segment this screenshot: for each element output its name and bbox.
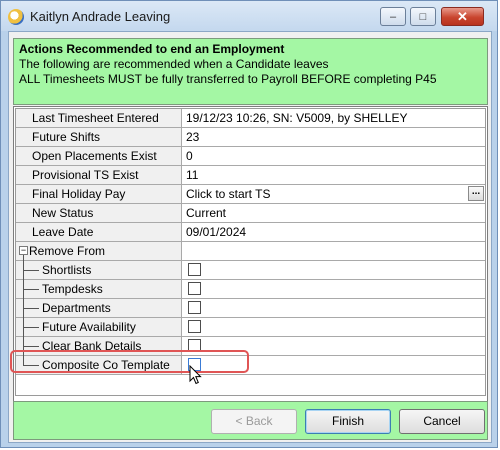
grid-label: Tempdesks: [16, 280, 182, 299]
title-bar[interactable]: Kaitlyn Andrade Leaving ‒ □ ✕: [1, 1, 497, 31]
instructions-line-1: The following are recommended when a Can…: [19, 57, 329, 71]
grid-value: 23: [186, 130, 200, 144]
tree-branch: [23, 327, 39, 328]
grid-value[interactable]: Current: [183, 204, 485, 222]
tempdesks-checkbox[interactable]: [188, 282, 201, 295]
grid-row-final-holiday-pay[interactable]: Final Holiday Pay Click to start TS ...: [16, 185, 485, 204]
grid-label: Provisional TS Exist: [16, 166, 182, 184]
grid-value: 19/12/23 10:26, SN: V5009, by SHELLEY: [186, 111, 408, 125]
annotation-highlight-box: [10, 350, 249, 373]
minimize-button[interactable]: ‒: [380, 7, 406, 26]
minimize-icon: ‒: [389, 10, 397, 23]
child-label: Departments: [42, 301, 111, 315]
grid-value[interactable]: 09/01/2024: [183, 223, 485, 241]
remove-from-label: Remove From: [29, 244, 106, 258]
ellipsis-button[interactable]: ...: [468, 186, 484, 201]
grid-row-future-shifts[interactable]: Future Shifts 23: [16, 128, 485, 147]
grid-label: Leave Date: [16, 223, 182, 241]
child-label: Tempdesks: [42, 282, 103, 296]
grid-value: [183, 242, 485, 260]
child-label: Future Availability: [42, 320, 136, 334]
future-availability-checkbox[interactable]: [188, 320, 201, 333]
grid-row-tempdesks[interactable]: Tempdesks: [16, 280, 485, 299]
grid-label: Open Placements Exist: [16, 147, 182, 165]
grid-label: − Remove From: [16, 242, 182, 261]
grid-label: Future Shifts: [16, 128, 182, 146]
departments-checkbox[interactable]: [188, 301, 201, 314]
maximize-button[interactable]: □: [410, 7, 436, 26]
shortlists-checkbox[interactable]: [188, 263, 201, 276]
grid-value: [183, 280, 485, 298]
grid-value: [183, 261, 485, 279]
grid-row-new-status[interactable]: New Status Current: [16, 204, 485, 223]
grid-value: [183, 299, 485, 317]
back-button[interactable]: < Back: [211, 409, 297, 434]
button-panel: < Back Finish Cancel: [13, 401, 488, 440]
dialog-window: Kaitlyn Andrade Leaving ‒ □ ✕ Actions Re…: [0, 0, 498, 448]
collapse-icon[interactable]: −: [19, 246, 28, 255]
grid-label: New Status: [16, 204, 182, 222]
dialog-client-area: Actions Recommended to end an Employment…: [8, 31, 492, 443]
grid-row-shortlists[interactable]: Shortlists: [16, 261, 485, 280]
grid-value: 11: [186, 168, 199, 182]
grid-label: Future Availability: [16, 318, 182, 337]
child-label: Shortlists: [42, 263, 92, 277]
grid-label: Shortlists: [16, 261, 182, 280]
mouse-pointer-icon: [189, 365, 202, 385]
grid-label: Final Holiday Pay: [16, 185, 182, 203]
instructions-line-2: ALL Timesheets MUST be fully transferred…: [19, 72, 437, 86]
maximize-icon: □: [419, 10, 427, 23]
grid-row-future-availability[interactable]: Future Availability: [16, 318, 485, 337]
grid-row-provisional-ts[interactable]: Provisional TS Exist 11: [16, 166, 485, 185]
grid-row-departments[interactable]: Departments: [16, 299, 485, 318]
finish-button[interactable]: Finish: [305, 409, 391, 434]
grid-label: Last Timesheet Entered: [16, 109, 182, 127]
tree-branch: [23, 308, 39, 309]
grid-row-remove-from[interactable]: − Remove From: [16, 242, 485, 261]
grid-row-leave-date[interactable]: Leave Date 09/01/2024: [16, 223, 485, 242]
property-grid: Last Timesheet Entered 19/12/23 10:26, S…: [13, 106, 488, 430]
grid-row-last-timesheet[interactable]: Last Timesheet Entered 19/12/23 10:26, S…: [16, 109, 485, 128]
app-logo-icon: [8, 9, 24, 25]
grid-value: 0: [186, 149, 193, 163]
instructions-panel: Actions Recommended to end an Employment…: [13, 38, 488, 105]
grid-label: Departments: [16, 299, 182, 318]
tree-branch: [23, 270, 39, 271]
grid-value: [183, 318, 485, 336]
window-title: Kaitlyn Andrade Leaving: [30, 9, 171, 24]
cancel-button[interactable]: Cancel: [399, 409, 485, 434]
instructions-title: Actions Recommended to end an Employment: [19, 42, 285, 56]
close-button[interactable]: ✕: [441, 7, 484, 26]
grid-value[interactable]: Click to start TS: [183, 185, 485, 203]
close-icon: ✕: [457, 8, 468, 24]
tree-branch: [23, 289, 39, 290]
tree-branch: [23, 346, 39, 347]
grid-row-open-placements[interactable]: Open Placements Exist 0: [16, 147, 485, 166]
